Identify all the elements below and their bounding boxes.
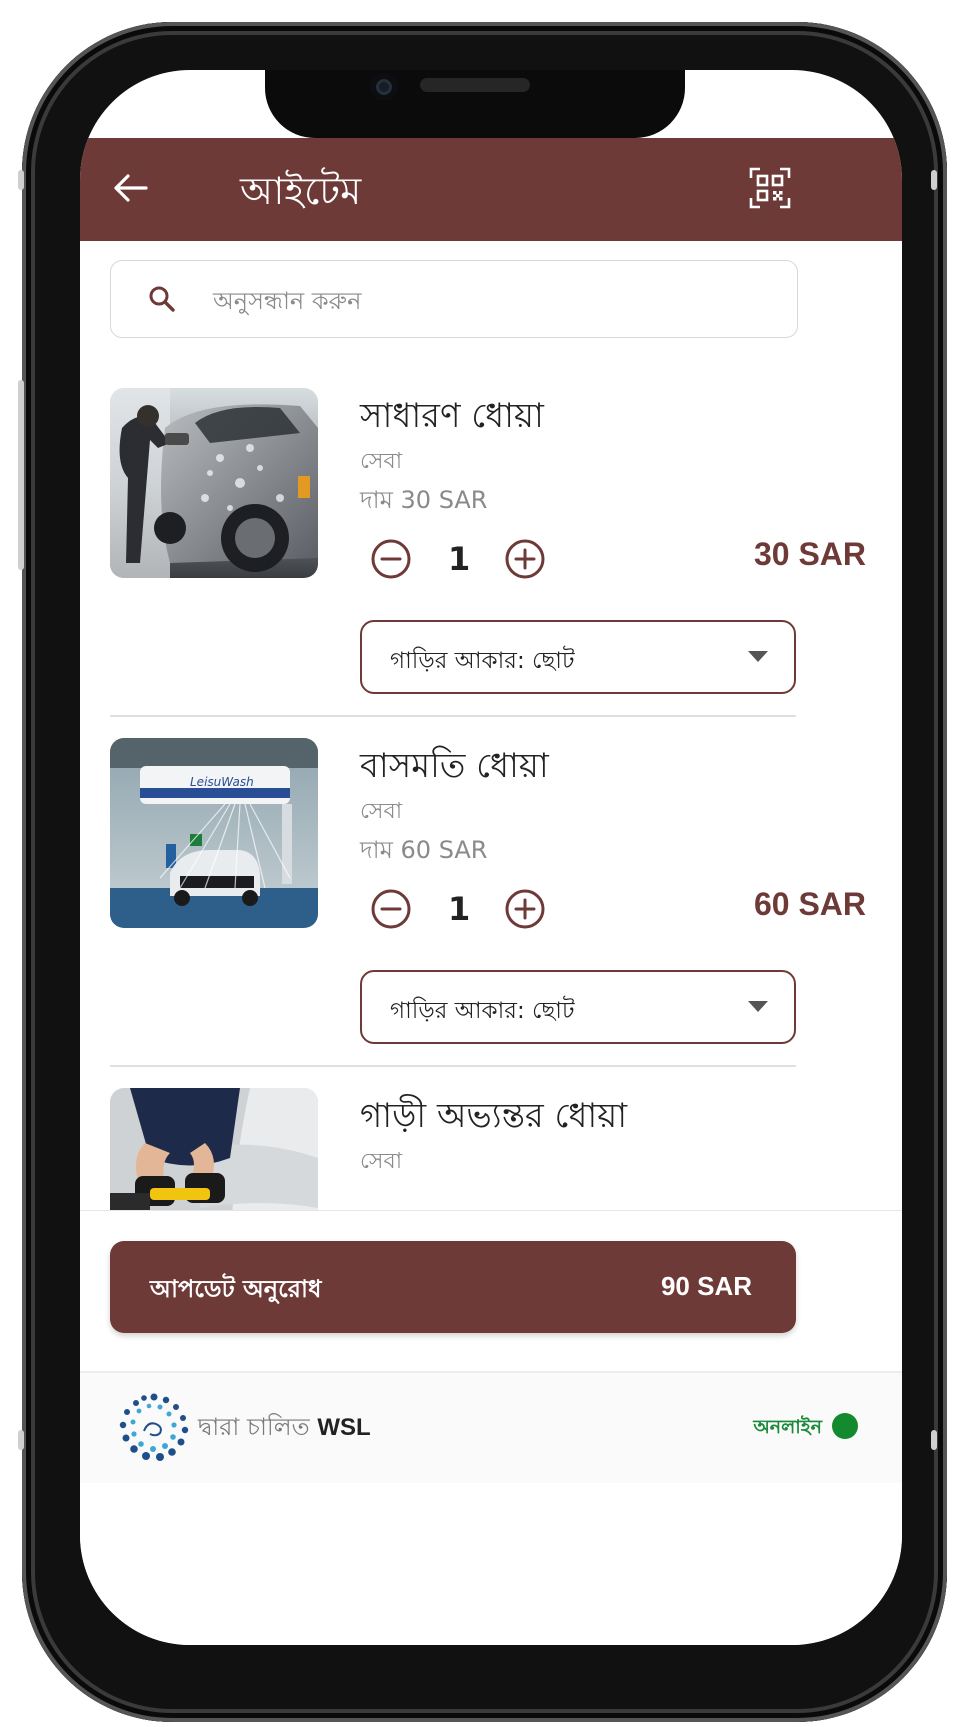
item-category: সেবা	[360, 449, 403, 474]
select-value: গাড়ির আকার: ছোট	[390, 648, 575, 674]
item-total: 30 SAR	[753, 536, 866, 572]
arrow-left-icon[interactable]	[110, 168, 150, 208]
search-input[interactable]: অনুসন্ধান করুন	[110, 260, 798, 338]
powered-by-text: দ্বারা চালিত WSL	[198, 1409, 371, 1449]
car-hand-wash-photo	[110, 388, 318, 578]
item-category: সেবা	[360, 1149, 403, 1174]
bottom-panel: আপডেট অনুরোধ 90 SAR দ্বারা চালিত WSL অনল…	[80, 1210, 902, 1645]
list-item: LeisuWash বাসমতি ধোয়া সেবা দাম 60 SAR 1…	[80, 720, 902, 1065]
online-status-dot	[832, 1413, 858, 1439]
quantity-value: 1	[448, 540, 471, 578]
phone-side-button	[18, 380, 24, 570]
item-unit-price: দাম 60 SAR	[360, 836, 488, 864]
automatic-car-wash-photo: LeisuWash	[110, 738, 318, 928]
plus-circle-icon[interactable]	[504, 538, 546, 580]
plus-circle-icon[interactable]	[504, 888, 546, 930]
notch	[265, 70, 685, 138]
divider	[110, 1065, 796, 1067]
status-label: অনলাইন	[753, 1416, 822, 1438]
dropdown-caret-icon	[748, 651, 768, 662]
minus-circle-icon[interactable]	[370, 538, 412, 580]
select-value: গাড়ির আকার: ছোট	[390, 998, 575, 1024]
search-placeholder: অনুসন্ধান করুন	[213, 287, 362, 315]
update-request-button[interactable]: আপডেট অনুরোধ 90 SAR	[110, 1241, 796, 1333]
update-request-label: আপডেট অনুরোধ	[150, 1275, 322, 1303]
footer: দ্বারা চালিত WSL অনলাইন	[80, 1373, 902, 1483]
quantity-value: 1	[448, 890, 471, 928]
svg-text:LeisuWash: LeisuWash	[190, 775, 254, 789]
item-list[interactable]: সাধারণ ধোয়া সেবা দাম 30 SAR 1 30 SAR গা…	[80, 370, 902, 1210]
qr-scan-icon[interactable]	[748, 166, 792, 210]
search-icon	[149, 286, 175, 312]
item-unit-price: দাম 30 SAR	[360, 486, 488, 514]
camera-icon	[371, 74, 397, 100]
list-item: সাধারণ ধোয়া সেবা দাম 30 SAR 1 30 SAR গা…	[80, 370, 902, 715]
item-name: বাসমতি ধোয়া	[360, 746, 549, 786]
phone-screen: আইটেম অনুসন্ধান করুন সাধারণ ধোয়া সেবা দ…	[80, 70, 902, 1645]
phone-side-button	[18, 170, 24, 190]
car-size-select[interactable]: গাড়ির আকার: ছোট	[360, 620, 796, 694]
app-bar: আইটেম	[80, 138, 902, 241]
speaker-grille	[420, 78, 530, 92]
item-name: গাড়ী অভ্যন্তর ধোয়া	[360, 1096, 628, 1136]
item-name: সাধারণ ধোয়া	[360, 396, 544, 436]
car-size-select[interactable]: গাড়ির আকার: ছোট	[360, 970, 796, 1044]
minus-circle-icon[interactable]	[370, 888, 412, 930]
car-interior-cleaning-photo	[110, 1088, 318, 1210]
phone-side-button	[18, 1430, 24, 1450]
item-total: 60 SAR	[753, 886, 866, 922]
phone-side-button	[931, 170, 937, 190]
divider	[110, 715, 796, 717]
powered-by-label: দ্বারা চালিত	[198, 1413, 310, 1441]
order-total: 90 SAR	[660, 1271, 752, 1301]
wsl-logo-icon	[119, 1393, 189, 1461]
page-title: আইটেম	[240, 169, 362, 213]
phone-side-button	[931, 1430, 937, 1450]
dropdown-caret-icon	[748, 1001, 768, 1012]
item-category: সেবা	[360, 799, 403, 824]
list-item: গাড়ী অভ্যন্তর ধোয়া সেবা	[80, 1070, 902, 1210]
brand-name: WSL	[317, 1414, 371, 1441]
